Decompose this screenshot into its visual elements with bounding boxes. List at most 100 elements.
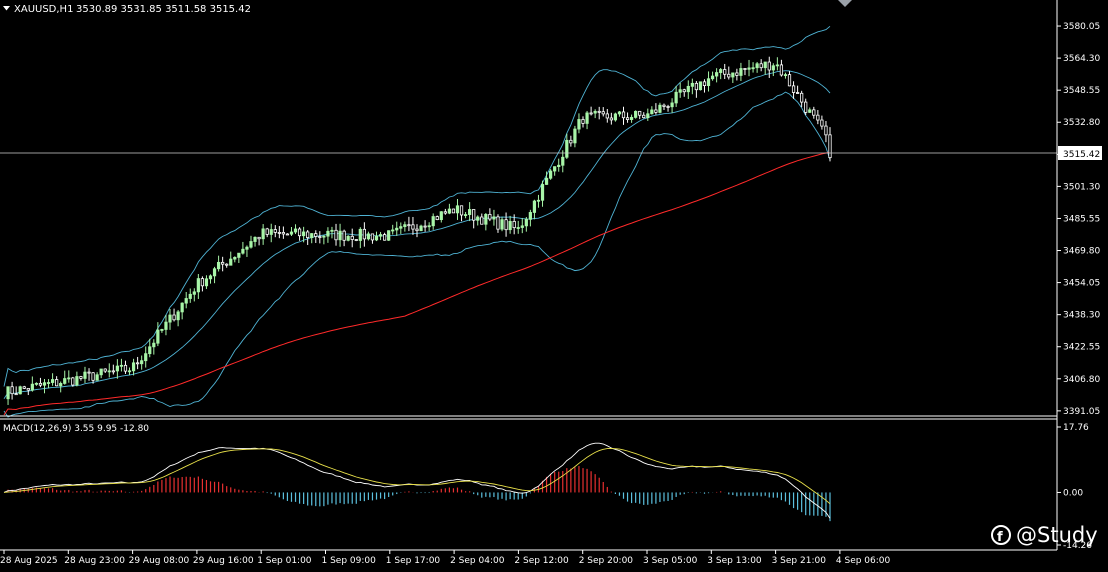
candle-body — [536, 199, 541, 202]
candle-body — [99, 368, 103, 376]
price-tick-label: 3422.55 — [1063, 343, 1100, 353]
candle-body — [682, 89, 686, 93]
candle-body — [476, 216, 480, 221]
candle-body — [103, 368, 107, 372]
price-tick-label: 3438.30 — [1063, 311, 1100, 321]
candle-body — [577, 119, 581, 130]
candle-body — [269, 229, 273, 235]
candle-body — [670, 102, 674, 108]
candle-body — [144, 353, 148, 362]
time-tick-label: 2 Sep 04:00 — [450, 556, 505, 566]
candle-body — [540, 184, 545, 201]
candle-body — [459, 205, 464, 216]
time-tick-label: 3 Sep 05:00 — [643, 556, 698, 566]
candle-body — [427, 225, 431, 228]
watermark-text: @Study — [1016, 523, 1098, 547]
candle-body — [629, 116, 634, 120]
candle-body — [812, 109, 816, 116]
candle-body — [791, 85, 796, 93]
candle-body — [350, 235, 354, 240]
candle-body — [310, 233, 314, 239]
candle-body — [755, 63, 759, 69]
candle-body — [87, 371, 91, 374]
candle-body — [302, 231, 306, 237]
candle-body — [378, 234, 383, 237]
candle-body — [553, 166, 557, 172]
candle-body — [625, 117, 630, 120]
candle-body — [492, 216, 496, 220]
candle-body — [362, 228, 366, 240]
candle-body — [569, 139, 573, 144]
candle-body — [411, 224, 415, 230]
current-price-marker: 3515.42 — [1058, 146, 1102, 160]
candle-body — [767, 61, 771, 71]
candle-body — [399, 226, 403, 229]
symbol-label: XAUUSD,H1 — [14, 4, 73, 15]
candle-body — [30, 383, 34, 391]
candle-body — [366, 233, 371, 240]
candle-body — [387, 230, 391, 241]
price-tick-label: 3580.05 — [1063, 22, 1100, 32]
candle-body — [820, 119, 824, 127]
candle-body — [678, 89, 682, 93]
candle-body — [638, 110, 642, 116]
candle-body — [111, 370, 115, 373]
candle-body — [520, 225, 524, 228]
candle-body — [593, 110, 597, 114]
candle-body — [79, 376, 83, 379]
candle-body — [285, 233, 290, 236]
time-tick-label: 1 Sep 17:00 — [386, 556, 441, 566]
candle-body — [549, 170, 553, 179]
candle-body — [715, 72, 719, 77]
candle-body — [261, 228, 265, 240]
candle-body — [297, 228, 302, 237]
candle-body — [123, 364, 128, 372]
candle-body — [136, 362, 140, 365]
candle-body — [50, 379, 55, 383]
candle-body — [184, 298, 188, 304]
candle-body — [115, 365, 119, 372]
candle-body — [524, 218, 528, 227]
candle-body — [735, 72, 739, 76]
candle-body — [723, 69, 727, 75]
candle-body — [293, 228, 298, 233]
candle-body — [152, 342, 156, 348]
candle-body — [26, 387, 30, 391]
candle-body — [225, 263, 229, 266]
price-chart[interactable]: 3580.053564.303548.553532.803517.003501.… — [0, 0, 1108, 572]
candle-body — [565, 139, 569, 158]
candle-body — [245, 246, 249, 250]
candle-body — [605, 113, 609, 119]
candle-body — [674, 91, 678, 104]
candle-body — [601, 111, 605, 115]
candle-body — [609, 117, 613, 121]
candle-body — [795, 92, 800, 94]
candle-body — [496, 216, 500, 230]
candle-body — [338, 230, 342, 241]
ohlc-values: 3530.89 3531.85 3511.58 3515.42 — [76, 4, 251, 15]
candle-body — [75, 376, 79, 386]
candle-body — [354, 239, 358, 241]
candle-body — [192, 291, 196, 295]
candle-body — [22, 386, 26, 389]
candle-body — [597, 110, 601, 113]
candle-body — [804, 101, 808, 113]
candle-body — [188, 293, 192, 299]
candle-body — [686, 85, 690, 93]
macd-label: MACD(12,26,9) 3.55 9.95 -12.80 — [3, 424, 149, 434]
price-tick-label: 3548.55 — [1063, 86, 1100, 96]
candle-body — [439, 211, 443, 221]
candle-body — [160, 329, 164, 331]
candle-body — [55, 379, 59, 387]
candle-body — [800, 92, 804, 103]
candle-body — [775, 64, 779, 67]
candle-body — [415, 228, 419, 232]
candle-body — [34, 382, 39, 385]
candle-body — [763, 61, 767, 69]
price-tick-label: 3501.30 — [1063, 182, 1100, 192]
candle-body — [330, 229, 334, 232]
candle-body — [706, 78, 711, 87]
candle-body — [59, 383, 63, 387]
candle-body — [650, 109, 654, 115]
candle-body — [516, 227, 520, 229]
